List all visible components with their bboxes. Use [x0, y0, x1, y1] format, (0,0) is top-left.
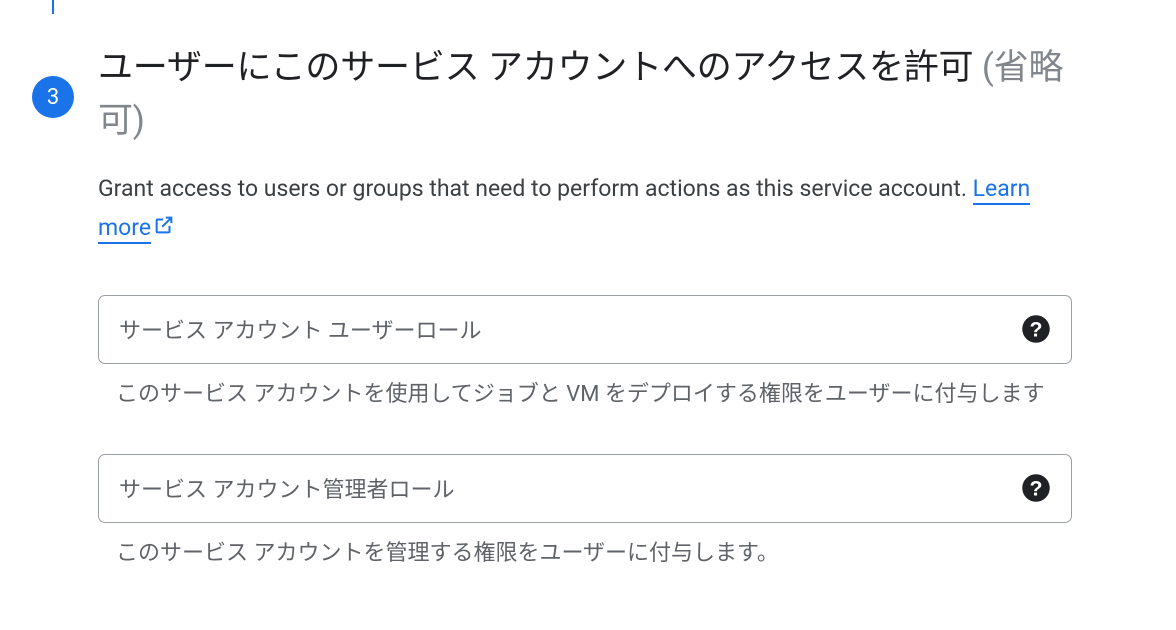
- user-role-helper: このサービス アカウントを使用してジョブと VM をデプロイする権限をユーザーに…: [98, 378, 1072, 412]
- svg-text:?: ?: [1030, 318, 1043, 342]
- field-group-admin-role: サービス アカウント管理者ロール ? このサービス アカウントを管理する権限をユ…: [98, 454, 1072, 571]
- user-role-input[interactable]: サービス アカウント ユーザーロール ?: [98, 295, 1072, 364]
- external-link-icon: [153, 209, 175, 248]
- step-row: 3 ユーザーにこのサービス アカウントへのアクセスを許可 (省略可) Grant…: [32, 42, 1072, 571]
- step-content: ユーザーにこのサービス アカウントへのアクセスを許可 (省略可) Grant a…: [98, 42, 1072, 571]
- admin-role-input[interactable]: サービス アカウント管理者ロール ?: [98, 454, 1072, 523]
- admin-role-label: サービス アカウント管理者ロール: [119, 472, 454, 504]
- step-container: 3 ユーザーにこのサービス アカウントへのアクセスを許可 (省略可) Grant…: [32, 42, 1072, 571]
- user-role-label: サービス アカウント ユーザーロール: [119, 313, 481, 345]
- field-group-user-role: サービス アカウント ユーザーロール ? このサービス アカウントを使用してジョ…: [98, 295, 1072, 412]
- admin-role-helper: このサービス アカウントを管理する権限をユーザーに付与します。: [98, 537, 1072, 571]
- step-description: Grant access to users or groups that nee…: [98, 169, 1072, 249]
- heading-main: ユーザーにこのサービス アカウントへのアクセスを許可: [98, 47, 982, 88]
- step-heading: ユーザーにこのサービス アカウントへのアクセスを許可 (省略可): [98, 42, 1072, 147]
- step-number-text: 3: [47, 85, 59, 110]
- description-text: Grant access to users or groups that nee…: [98, 175, 973, 202]
- help-icon[interactable]: ?: [1021, 473, 1051, 503]
- help-icon[interactable]: ?: [1021, 314, 1051, 344]
- step-connector-line: [52, 0, 54, 14]
- step-number-badge: 3: [32, 76, 74, 118]
- svg-text:?: ?: [1030, 477, 1043, 501]
